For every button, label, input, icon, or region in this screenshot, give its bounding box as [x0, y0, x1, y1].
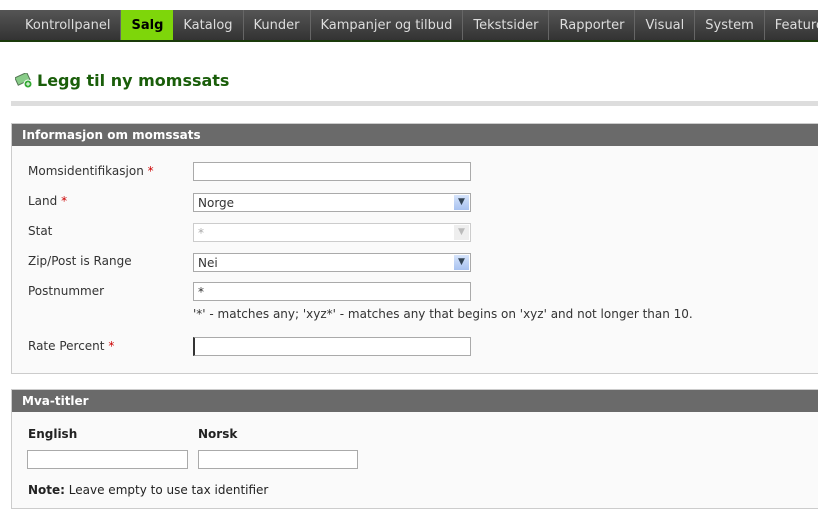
tax-id-input[interactable]	[193, 162, 471, 181]
country-select[interactable]: Norge ▼	[193, 193, 471, 212]
tax-id-label: Momsidentifikasjon	[28, 164, 144, 178]
page-title: Legg til ny momssats	[37, 71, 230, 90]
chevron-down-icon: ▼	[454, 255, 469, 270]
note-label: Note:	[28, 483, 65, 497]
section-title: Informasjon om momssats	[12, 124, 818, 146]
country-value: Norge	[198, 196, 235, 210]
norsk-title-input[interactable]	[198, 450, 358, 469]
country-label: Land	[28, 194, 58, 208]
nav-salg[interactable]: Salg	[121, 10, 174, 40]
page-header: Legg til ny momssats	[15, 71, 229, 90]
postcode-input[interactable]: *	[193, 282, 471, 301]
nav-rapporter[interactable]: Rapporter	[549, 10, 636, 40]
english-label: English	[28, 427, 78, 441]
norsk-label: Norsk	[198, 427, 238, 441]
chevron-down-icon: ▼	[454, 195, 469, 210]
state-label: Stat	[28, 224, 53, 238]
zip-range-value: Nei	[198, 256, 218, 270]
nav-kontrollpanel[interactable]: Kontrollpanel	[15, 10, 122, 40]
nav-system[interactable]: System	[695, 10, 765, 40]
nav-features[interactable]: Features	[765, 10, 818, 40]
nav-tekstsider[interactable]: Tekstsider	[463, 10, 550, 40]
required-mark: *	[61, 194, 68, 208]
postcode-label: Postnummer	[28, 284, 105, 298]
tax-info-section: Informasjon om momssats Momsidentifikasj…	[11, 123, 818, 374]
rate-input[interactable]	[193, 337, 471, 356]
postcode-hint: '*' - matches any; 'xyz*' - matches any …	[193, 307, 693, 321]
english-title-input[interactable]	[27, 450, 188, 469]
state-value: *	[198, 226, 204, 240]
note-text: Leave empty to use tax identifier	[68, 483, 269, 497]
required-mark: *	[147, 164, 154, 178]
section-title: Mva-titler	[12, 390, 818, 412]
zip-range-select[interactable]: Nei ▼	[193, 253, 471, 272]
state-select[interactable]: * ▼	[193, 223, 471, 242]
nav-katalog[interactable]: Katalog	[173, 10, 244, 40]
divider	[11, 101, 818, 106]
top-nav: Kontrollpanel Salg Katalog Kunder Kampan…	[0, 10, 818, 42]
nav-visual[interactable]: Visual	[635, 10, 696, 40]
chevron-down-icon: ▼	[454, 225, 469, 240]
zip-range-label: Zip/Post is Range	[28, 254, 132, 268]
required-mark: *	[108, 339, 115, 353]
rate-label: Rate Percent	[28, 339, 105, 353]
nav-kampanjer[interactable]: Kampanjer og tilbud	[311, 10, 464, 40]
money-add-icon	[15, 72, 33, 88]
tax-titles-section: Mva-titler English Norsk Note: Leave emp…	[11, 389, 818, 509]
nav-kunder[interactable]: Kunder	[244, 10, 311, 40]
